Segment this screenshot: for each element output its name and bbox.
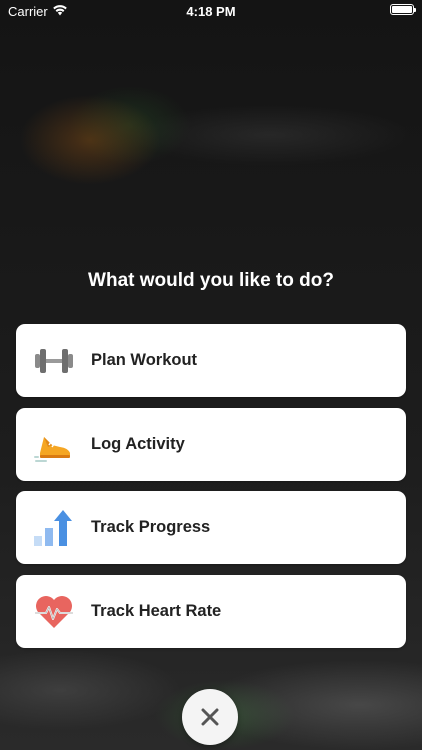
plan-workout-label: Plan Workout [91,351,198,369]
close-icon [201,708,219,726]
close-button[interactable] [182,689,238,745]
clock: 4:18 PM [186,4,236,19]
battery-icon [390,4,416,15]
progress-bars-icon [34,510,72,546]
heart-rate-icon [35,596,73,628]
status-bar: Carrier 4:18 PM [0,0,422,22]
running-shoe-icon [34,437,70,462]
dumbbell-icon [35,349,73,373]
track-heart-rate-button[interactable]: Track Heart Rate [16,575,406,648]
log-activity-label: Log Activity [91,435,185,453]
prompt-title: What would you like to do? [88,270,334,291]
track-heart-rate-label: Track Heart Rate [91,602,222,620]
plan-workout-button[interactable]: Plan Workout [16,324,406,397]
track-progress-label: Track Progress [91,518,211,536]
track-progress-button[interactable]: Track Progress [16,491,406,564]
log-activity-button[interactable]: Log Activity [16,408,406,481]
